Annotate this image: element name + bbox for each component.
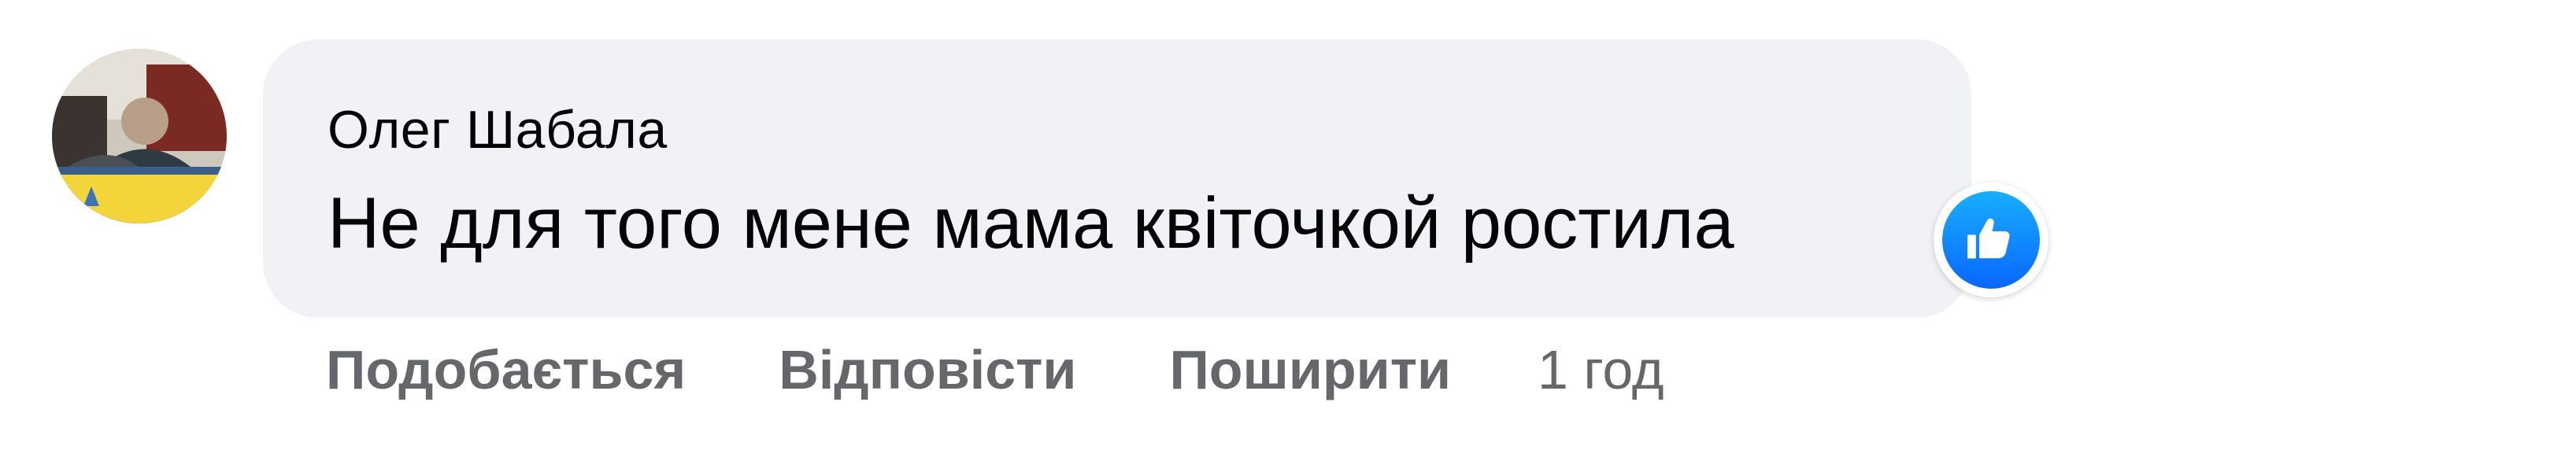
comment-text: Не для того мене мама квіточкой ростила [328,183,1734,264]
reply-button[interactable]: Відповісти [779,338,1076,401]
avatar[interactable] [52,49,227,223]
like-icon [1967,218,2010,259]
avatar-photo [52,49,227,223]
comment-bubble: Олег Шабала Не для того мене мама квіточ… [263,39,1971,318]
comment-author[interactable]: Олег Шабала [328,99,668,160]
comment-thread: ᵃ ᵈ ᵃ ᵃ ᵃ ᵃ ᵈ ᵃ ᵃ ᵃ ᵃ ᵃ ʸ Олег Шабала Не… [0,0,2576,472]
reaction-badge[interactable] [1934,183,2049,297]
share-button[interactable]: Поширити [1169,338,1451,401]
comment-actions: Подобається Відповісти Поширити 1 год [326,338,1664,401]
like-button[interactable]: Подобається [326,338,686,401]
comment-timestamp[interactable]: 1 год [1538,338,1664,401]
previous-comment-edge: ᵃ ᵈ ᵃ ᵃ ᵃ ᵃ ᵈ ᵃ ᵃ ᵃ ᵃ ᵃ ʸ [370,0,1488,9]
